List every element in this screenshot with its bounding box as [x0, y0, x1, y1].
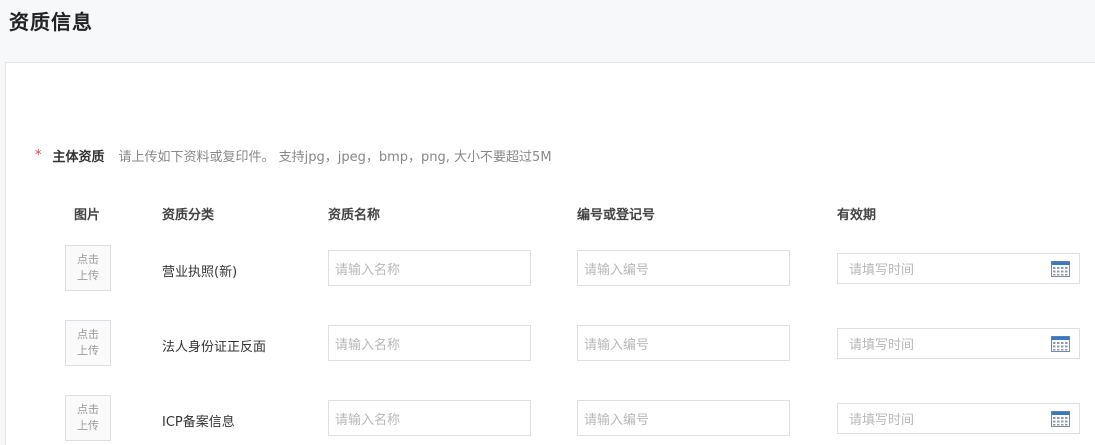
category-label: ICP备案信息 — [162, 415, 235, 430]
date-input[interactable]: 请填写时间 — [837, 403, 1080, 434]
qualification-panel: * 主体资质 请上传如下资料或复印件。 支持jpg，jpeg，bmp，png, … — [5, 62, 1095, 445]
name-input[interactable]: 请输入名称 — [328, 400, 531, 436]
page-header: 资质信息 — [0, 0, 1095, 62]
calendar-icon[interactable] — [1051, 261, 1070, 277]
calendar-icon[interactable] — [1051, 336, 1070, 352]
upload-hint: 请上传如下资料或复印件。 支持jpg，jpeg，bmp，png, 大小不要超过5… — [118, 150, 552, 165]
required-mark: * — [35, 148, 42, 163]
section-label: * 主体资质 请上传如下资料或复印件。 支持jpg，jpeg，bmp，png, … — [35, 146, 552, 165]
upload-button[interactable]: 点击 上传 — [65, 320, 111, 366]
category-label: 法人身份证正反面 — [162, 340, 267, 355]
date-input[interactable]: 请填写时间 — [837, 253, 1080, 284]
date-placeholder: 请填写时间 — [849, 338, 915, 353]
date-input[interactable]: 请填写时间 — [837, 328, 1080, 359]
page-title: 资质信息 — [9, 10, 93, 34]
upload-button[interactable]: 点击 上传 — [65, 395, 111, 441]
number-input[interactable]: 请输入编号 — [577, 250, 790, 286]
calendar-icon[interactable] — [1051, 411, 1070, 427]
number-input[interactable]: 请输入编号 — [577, 325, 790, 361]
header-category: 资质分类 — [162, 208, 215, 223]
upload-button[interactable]: 点击 上传 — [65, 245, 111, 291]
date-placeholder: 请填写时间 — [849, 263, 915, 278]
header-image: 图片 — [74, 208, 101, 223]
header-number: 编号或登记号 — [577, 208, 656, 223]
number-input[interactable]: 请输入编号 — [577, 400, 790, 436]
name-input[interactable]: 请输入名称 — [328, 250, 531, 286]
header-name: 资质名称 — [328, 208, 381, 223]
name-input[interactable]: 请输入名称 — [328, 325, 531, 361]
header-validity: 有效期 — [837, 208, 877, 223]
category-label: 营业执照(新) — [162, 265, 238, 280]
date-placeholder: 请填写时间 — [849, 413, 915, 428]
section-title: 主体资质 — [52, 150, 105, 165]
